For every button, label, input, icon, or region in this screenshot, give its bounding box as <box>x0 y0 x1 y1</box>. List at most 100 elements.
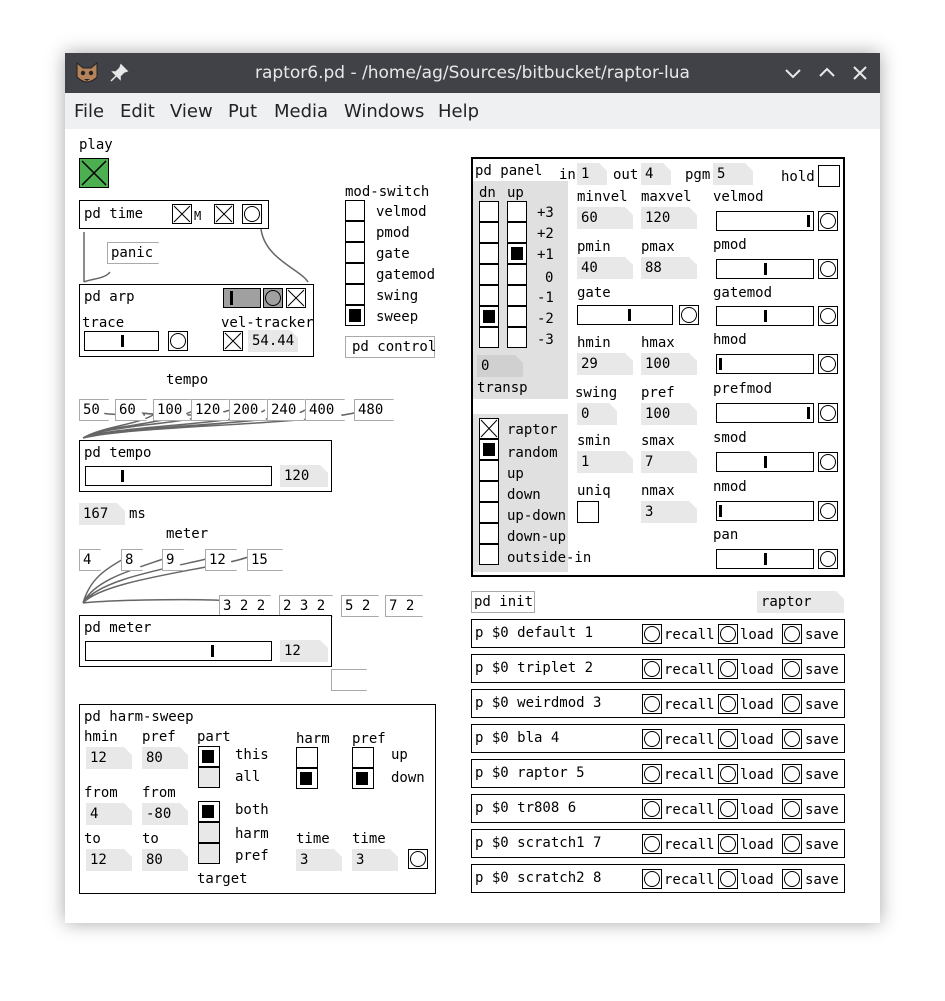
load-bang[interactable] <box>718 729 738 749</box>
hs-from-value-2[interactable]: -80 <box>142 803 188 825</box>
save-bang[interactable] <box>782 869 802 889</box>
minimize-icon[interactable] <box>781 61 805 85</box>
nmod-slider[interactable] <box>716 501 814 521</box>
pd-time-box[interactable]: pd time M <box>79 200 269 229</box>
load-bang[interactable] <box>718 799 738 819</box>
target-radio[interactable] <box>198 801 220 864</box>
harm-sweep-box[interactable]: pd harm-sweep hmin 12 pref 80 part this … <box>79 704 436 894</box>
swing-value[interactable]: 0 <box>577 403 617 425</box>
recall-bang[interactable] <box>642 799 662 819</box>
preset-row[interactable]: p $0 scratch1 7 recall load save <box>471 829 845 858</box>
load-bang[interactable] <box>718 694 738 714</box>
ms-value[interactable]: 167 <box>79 503 125 525</box>
preset-name-symbol[interactable]: raptor <box>757 591 844 613</box>
pd-tempo-box[interactable]: pd tempo 120 <box>79 440 332 492</box>
menu-file[interactable]: File <box>74 101 104 122</box>
pan-slider[interactable] <box>716 549 814 569</box>
mod-switch-radio[interactable] <box>345 200 365 326</box>
nmax-value[interactable]: 3 <box>641 501 697 523</box>
pgm-value[interactable]: 5 <box>713 163 753 185</box>
hs-bang[interactable] <box>408 849 428 869</box>
preset-row[interactable]: p $0 tr808 6 recall load save <box>471 794 845 823</box>
hs-to-value-2[interactable]: 80 <box>142 849 188 871</box>
save-bang[interactable] <box>782 764 802 784</box>
recall-bang[interactable] <box>642 834 662 854</box>
preset-row[interactable]: p $0 raptor 5 recall load save <box>471 759 845 788</box>
recall-bang[interactable] <box>642 624 662 644</box>
smod-slider[interactable] <box>716 452 814 472</box>
time-toggle-1[interactable] <box>172 204 192 224</box>
maxvel-value[interactable]: 120 <box>641 207 697 229</box>
panic-button[interactable]: panic <box>107 242 159 264</box>
load-bang[interactable] <box>718 869 738 889</box>
recall-bang[interactable] <box>642 869 662 889</box>
save-bang[interactable] <box>782 799 802 819</box>
hs-pref-value[interactable]: 80 <box>142 747 188 769</box>
time-bang[interactable] <box>242 204 262 224</box>
pd-meter-box[interactable]: pd meter 12 <box>79 615 332 667</box>
pd-arp-box[interactable]: pd arp trace vel-tracker 54.44 <box>79 284 314 357</box>
time-toggle-2[interactable] <box>214 204 234 224</box>
play-toggle[interactable] <box>79 158 109 188</box>
menu-view[interactable]: View <box>170 101 213 122</box>
arp-slider[interactable] <box>223 288 261 308</box>
save-bang[interactable] <box>782 659 802 679</box>
in-value[interactable]: 1 <box>577 163 607 185</box>
harm-dir-radio[interactable] <box>296 747 318 789</box>
menu-put[interactable]: Put <box>228 101 257 122</box>
prefmod-slider[interactable] <box>716 403 814 423</box>
trace-slider[interactable] <box>84 331 159 351</box>
gatemod-bang[interactable] <box>818 306 838 326</box>
save-bang[interactable] <box>782 624 802 644</box>
pref-dir-radio[interactable] <box>352 747 374 789</box>
pd-control-box[interactable]: pd control <box>345 336 436 358</box>
recall-bang[interactable] <box>642 659 662 679</box>
load-bang[interactable] <box>718 624 738 644</box>
pmin-value[interactable]: 40 <box>577 257 633 279</box>
transp-value[interactable]: 0 <box>477 355 523 377</box>
menu-edit[interactable]: Edit <box>120 101 155 122</box>
pan-bang[interactable] <box>818 549 838 569</box>
meter-slider[interactable] <box>85 641 272 661</box>
hmin-value[interactable]: 29 <box>577 353 633 375</box>
menu-help[interactable]: Help <box>438 101 479 122</box>
save-bang[interactable] <box>782 834 802 854</box>
velmod-slider[interactable] <box>716 211 814 231</box>
pref-value[interactable]: 100 <box>641 403 697 425</box>
nmod-bang[interactable] <box>818 501 838 521</box>
pmod-slider[interactable] <box>716 259 814 279</box>
smin-value[interactable]: 1 <box>577 451 633 473</box>
minvel-value[interactable]: 60 <box>577 207 633 229</box>
hmod-bang[interactable] <box>818 354 838 374</box>
save-bang[interactable] <box>782 729 802 749</box>
arp-bang[interactable] <box>263 288 283 308</box>
load-bang[interactable] <box>718 834 738 854</box>
pd-init-box[interactable]: pd init <box>471 591 535 613</box>
hmax-value[interactable]: 100 <box>641 353 697 375</box>
hold-toggle[interactable] <box>818 165 840 187</box>
meter-pattern-232[interactable]: 2 3 2 <box>279 595 333 617</box>
meter-pattern-322[interactable]: 3 2 2 <box>219 595 271 617</box>
menu-media[interactable]: Media <box>274 101 328 122</box>
prefmod-bang[interactable] <box>818 403 838 423</box>
pd-panel-box[interactable]: pd panel in 1 out 4 pgm 5 hold dn up +3 … <box>471 157 845 577</box>
arp-toggle[interactable] <box>286 288 306 308</box>
load-bang[interactable] <box>718 764 738 784</box>
pmod-bang[interactable] <box>818 259 838 279</box>
menu-windows[interactable]: Windows <box>344 101 424 122</box>
vel-toggle[interactable] <box>223 331 243 351</box>
octave-up-radio[interactable] <box>507 201 527 348</box>
velmod-bang[interactable] <box>818 211 838 231</box>
tempo-value[interactable]: 120 <box>280 465 328 487</box>
gatemod-slider[interactable] <box>716 306 814 326</box>
tempo-slider[interactable] <box>85 466 272 486</box>
preset-row[interactable]: p $0 default 1 recall load save <box>471 619 845 648</box>
hs-time-value-1[interactable]: 3 <box>296 849 342 871</box>
close-icon[interactable] <box>848 61 872 85</box>
recall-bang[interactable] <box>642 764 662 784</box>
meter-value[interactable]: 12 <box>280 640 328 662</box>
patch-canvas[interactable]: play pd time M panic pd arp trace vel-tr… <box>65 129 880 923</box>
uniq-toggle[interactable] <box>577 501 599 523</box>
recall-bang[interactable] <box>642 729 662 749</box>
preset-row[interactable]: p $0 scratch2 8 recall load save <box>471 864 845 893</box>
